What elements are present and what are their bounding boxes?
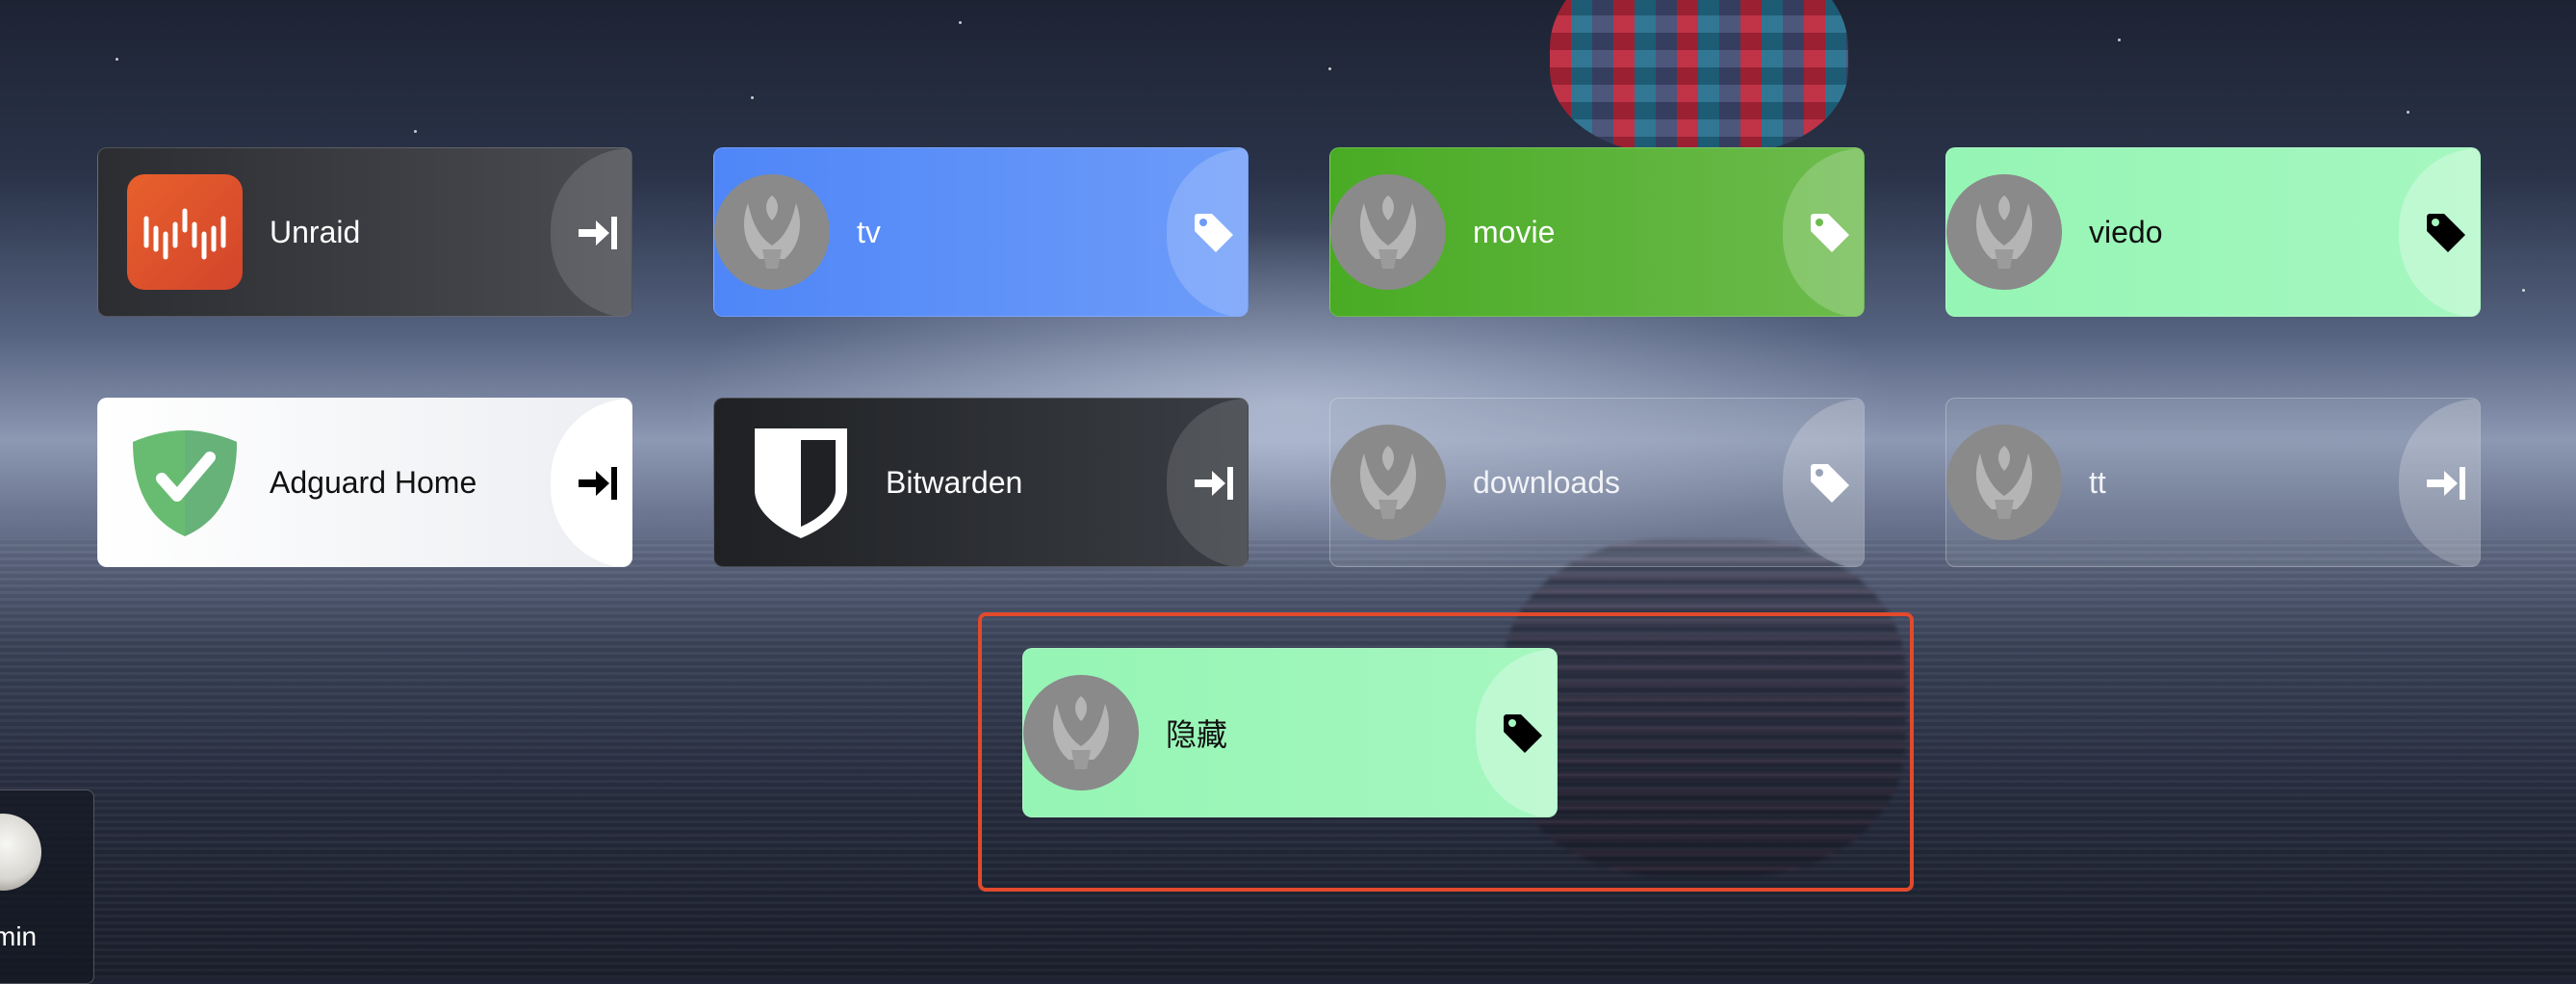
user-panel[interactable]: min [0, 790, 94, 984]
hot-air-balloon-image [1550, 0, 1848, 154]
avatar-placeholder-icon [714, 174, 830, 290]
tag-icon[interactable] [2399, 148, 2480, 316]
unraid-logo-icon [127, 174, 243, 290]
user-name: min [0, 921, 38, 951]
app-card-adguard-home[interactable]: Adguard Home [97, 398, 632, 567]
app-card-movie[interactable]: movie [1329, 147, 1865, 317]
enter-icon[interactable] [551, 148, 631, 316]
avatar-placeholder-icon [1946, 425, 2062, 540]
adguard-shield-icon [127, 425, 243, 540]
app-card-unraid[interactable]: Unraid [97, 147, 632, 317]
avatar-placeholder-icon [1946, 174, 2062, 290]
avatar-placeholder-icon [1023, 675, 1139, 790]
app-card-tv[interactable]: tv [713, 147, 1249, 317]
app-card-bitwarden[interactable]: Bitwarden [713, 398, 1249, 567]
enter-icon[interactable] [1167, 399, 1248, 566]
tag-icon[interactable] [1783, 148, 1864, 316]
app-card-viedo[interactable]: viedo [1945, 147, 2481, 317]
avatar-placeholder-icon [1330, 174, 1446, 290]
app-card-hidden[interactable]: 隐藏 [1022, 648, 1558, 817]
app-card-downloads[interactable]: downloads [1329, 398, 1865, 567]
tag-icon[interactable] [1476, 649, 1557, 816]
user-avatar[interactable] [0, 814, 41, 891]
bitwarden-shield-icon [743, 425, 859, 540]
enter-icon[interactable] [551, 399, 631, 566]
tag-icon[interactable] [1167, 148, 1248, 316]
app-card-tt[interactable]: tt [1945, 398, 2481, 567]
tag-icon[interactable] [1783, 399, 1864, 566]
enter-icon[interactable] [2399, 399, 2480, 566]
avatar-placeholder-icon [1330, 425, 1446, 540]
